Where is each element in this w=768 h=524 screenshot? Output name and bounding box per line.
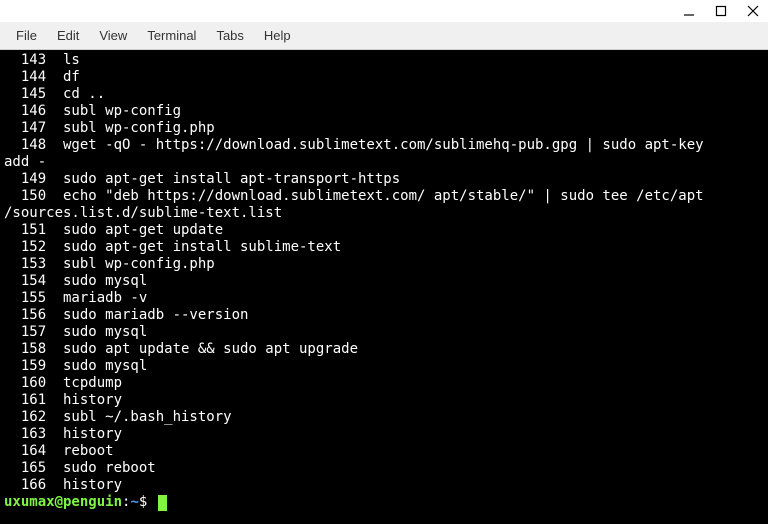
menu-help[interactable]: Help	[254, 24, 301, 47]
history-number: 153	[4, 256, 46, 273]
menu-file[interactable]: File	[6, 24, 47, 47]
menu-tabs[interactable]: Tabs	[206, 24, 253, 47]
history-command: ls	[46, 52, 80, 68]
history-command: subl ~/.bash_history	[46, 409, 231, 425]
history-command: sudo apt update && sudo apt upgrade	[46, 341, 358, 357]
prompt-line[interactable]: uxumax@penguin:~$	[4, 494, 764, 511]
history-line: 159 sudo mysql	[4, 358, 764, 375]
history-number: 147	[4, 120, 46, 137]
history-number: 148	[4, 137, 46, 154]
history-number: 154	[4, 273, 46, 290]
history-line: 146 subl wp-config	[4, 103, 764, 120]
history-number: 152	[4, 239, 46, 256]
history-command: mariadb -v	[46, 290, 147, 306]
history-command: echo "deb https://download.sublimetext.c…	[46, 188, 703, 204]
history-number: 144	[4, 69, 46, 86]
history-command: history	[46, 426, 122, 442]
history-number: 157	[4, 324, 46, 341]
history-command: df	[46, 69, 80, 85]
history-line: 155 mariadb -v	[4, 290, 764, 307]
history-number: 158	[4, 341, 46, 358]
history-number: 151	[4, 222, 46, 239]
history-command: sudo apt-get update	[46, 222, 223, 238]
history-command: sudo reboot	[46, 460, 156, 476]
history-line: 163 history	[4, 426, 764, 443]
menubar: File Edit View Terminal Tabs Help	[0, 22, 768, 50]
history-line: 156 sudo mariadb --version	[4, 307, 764, 324]
menu-edit[interactable]: Edit	[47, 24, 89, 47]
history-number: 161	[4, 392, 46, 409]
history-number: 166	[4, 477, 46, 494]
history-line: 158 sudo apt update && sudo apt upgrade	[4, 341, 764, 358]
titlebar	[0, 0, 768, 22]
history-number: 143	[4, 52, 46, 69]
history-number: 163	[4, 426, 46, 443]
history-line: 161 history	[4, 392, 764, 409]
history-line: 149 sudo apt-get install apt-transport-h…	[4, 171, 764, 188]
history-line: 147 subl wp-config.php	[4, 120, 764, 137]
prompt-dollar: $	[139, 494, 156, 511]
history-line: 152 sudo apt-get install sublime-text	[4, 239, 764, 256]
history-command: subl wp-config	[46, 103, 181, 119]
history-command: wget -qO - https://download.sublimetext.…	[46, 137, 712, 153]
history-command: subl wp-config.php	[46, 256, 215, 272]
history-command: reboot	[46, 443, 113, 459]
history-line: 143 ls	[4, 52, 764, 69]
history-line: 160 tcpdump	[4, 375, 764, 392]
minimize-button[interactable]	[680, 2, 698, 20]
history-line: 144 df	[4, 69, 764, 86]
history-number: 165	[4, 460, 46, 477]
history-number: 156	[4, 307, 46, 324]
history-continuation: add -	[4, 154, 764, 171]
terminal-output[interactable]: 143 ls144 df145 cd ..146 subl wp-config1…	[0, 50, 768, 524]
history-line: 154 sudo mysql	[4, 273, 764, 290]
history-command: history	[46, 392, 122, 408]
history-number: 164	[4, 443, 46, 460]
menu-view[interactable]: View	[89, 24, 137, 47]
history-number: 162	[4, 409, 46, 426]
history-command: history	[46, 477, 122, 493]
prompt-path: ~	[130, 494, 138, 511]
history-line: 164 reboot	[4, 443, 764, 460]
history-line: 157 sudo mysql	[4, 324, 764, 341]
history-command: subl wp-config.php	[46, 120, 215, 136]
close-button[interactable]	[744, 2, 762, 20]
history-number: 146	[4, 103, 46, 120]
history-line: 162 subl ~/.bash_history	[4, 409, 764, 426]
history-number: 159	[4, 358, 46, 375]
history-command: cd ..	[46, 86, 105, 102]
prompt-user-host: uxumax@penguin	[4, 494, 122, 511]
history-number: 145	[4, 86, 46, 103]
cursor	[158, 495, 167, 511]
history-line: 151 sudo apt-get update	[4, 222, 764, 239]
history-command: sudo mysql	[46, 324, 147, 340]
history-command: tcpdump	[46, 375, 122, 391]
history-number: 149	[4, 171, 46, 188]
history-line: 166 history	[4, 477, 764, 494]
history-number: 150	[4, 188, 46, 205]
history-command: sudo apt-get install sublime-text	[46, 239, 341, 255]
prompt-colon: :	[122, 494, 130, 511]
history-line: 165 sudo reboot	[4, 460, 764, 477]
menu-terminal[interactable]: Terminal	[137, 24, 206, 47]
history-line: 150 echo "deb https://download.sublimete…	[4, 188, 764, 205]
history-line: 145 cd ..	[4, 86, 764, 103]
history-number: 155	[4, 290, 46, 307]
history-line: 148 wget -qO - https://download.sublimet…	[4, 137, 764, 154]
history-command: sudo mariadb --version	[46, 307, 248, 323]
history-number: 160	[4, 375, 46, 392]
history-command: sudo apt-get install apt-transport-https	[46, 171, 400, 187]
history-continuation: /sources.list.d/sublime-text.list	[4, 205, 764, 222]
maximize-button[interactable]	[712, 2, 730, 20]
history-command: sudo mysql	[46, 273, 147, 289]
history-command: sudo mysql	[46, 358, 147, 374]
history-line: 153 subl wp-config.php	[4, 256, 764, 273]
